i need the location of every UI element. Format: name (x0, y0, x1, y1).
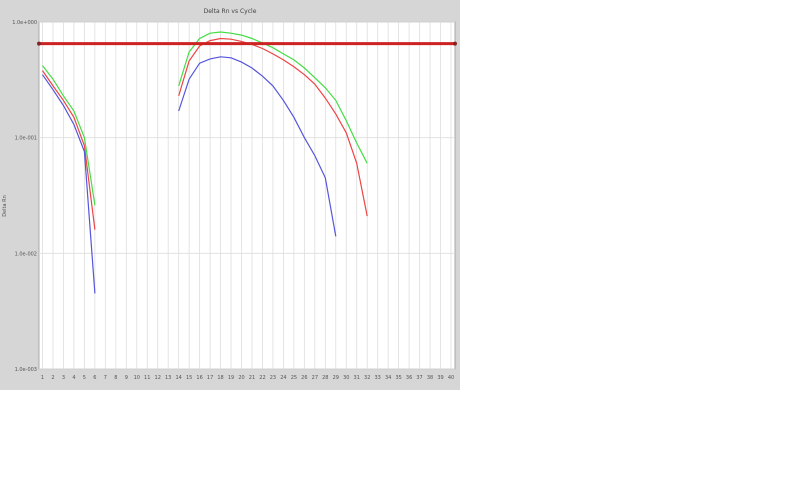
x-tick-label: 37 (416, 375, 422, 381)
x-tick-label: 33 (374, 375, 380, 381)
x-tick-label: 9 (125, 375, 128, 381)
x-tick-label: 27 (312, 375, 318, 381)
x-tick-label: 8 (114, 375, 117, 381)
threshold-handle-right[interactable] (453, 41, 457, 46)
x-tick-label: 16 (196, 375, 202, 381)
x-tick-label: 3 (62, 375, 65, 381)
x-tick-label: 35 (395, 375, 401, 381)
x-tick-label: 26 (301, 375, 307, 381)
x-tick-label: 36 (406, 375, 412, 381)
x-tick-label: 14 (175, 375, 181, 381)
y-tick-label: 1.0e-003 (15, 367, 37, 373)
x-tick-label: 12 (155, 375, 161, 381)
x-tick-label: 28 (322, 375, 328, 381)
x-tick-label: 20 (238, 375, 244, 381)
x-tick-label: 6 (93, 375, 96, 381)
x-tick-label: 39 (437, 375, 443, 381)
x-tick-label: 11 (144, 375, 150, 381)
x-tick-label: 5 (83, 375, 86, 381)
x-tick-label: 38 (427, 375, 433, 381)
x-tick-label: 21 (249, 375, 255, 381)
x-tick-label: 10 (134, 375, 140, 381)
y-tick-label: 1.0e-002 (15, 251, 37, 257)
x-tick-label: 19 (228, 375, 234, 381)
x-tick-label: 25 (291, 375, 297, 381)
x-tick-label: 31 (354, 375, 360, 381)
x-tick-label: 23 (270, 375, 276, 381)
threshold-layer[interactable] (37, 41, 457, 46)
x-tick-label: 18 (217, 375, 223, 381)
x-tick-label: 34 (385, 375, 391, 381)
y-tick-label: 1.0e-001 (15, 136, 37, 142)
x-tick-label: 13 (165, 375, 171, 381)
x-tick-label: 24 (280, 375, 286, 381)
x-tick-label: 2 (51, 375, 54, 381)
x-tick-labels: 1 2 3 4 5 6 7 8 9 10 11 12 13 14 15 16 17 18 19 20 21 22 23 24 2… (41, 375, 454, 381)
threshold-handle-left[interactable] (37, 41, 41, 46)
x-tick-label: 7 (104, 375, 107, 381)
x-tick-label: 4 (72, 375, 75, 381)
x-tick-label: 30 (343, 375, 349, 381)
x-tick-label: 1 (41, 375, 44, 381)
app-window: Delta Rn vs Cycle Delta Rn 1 2 3 4 5 6 7 8 9 10 11… (0, 0, 460, 390)
chart-svg: 1 2 3 4 5 6 7 8 9 10 11 12 13 14 15 16 17 18 19 20 21 22 23 24 2… (12, 20, 457, 381)
x-tick-label: 40 (448, 375, 454, 381)
x-tick-label: 22 (259, 375, 265, 381)
x-tick-label: 29 (333, 375, 339, 381)
y-tick-label: 1.0e+000 (12, 20, 37, 26)
plot-area (38, 21, 456, 370)
x-tick-label: 32 (364, 375, 370, 381)
x-tick-label: 17 (207, 375, 213, 381)
x-tick-label: 15 (186, 375, 192, 381)
y-tick-labels: 1.0e-003 1.0e-002 1.0e-001 1.0e+000 (12, 20, 37, 373)
